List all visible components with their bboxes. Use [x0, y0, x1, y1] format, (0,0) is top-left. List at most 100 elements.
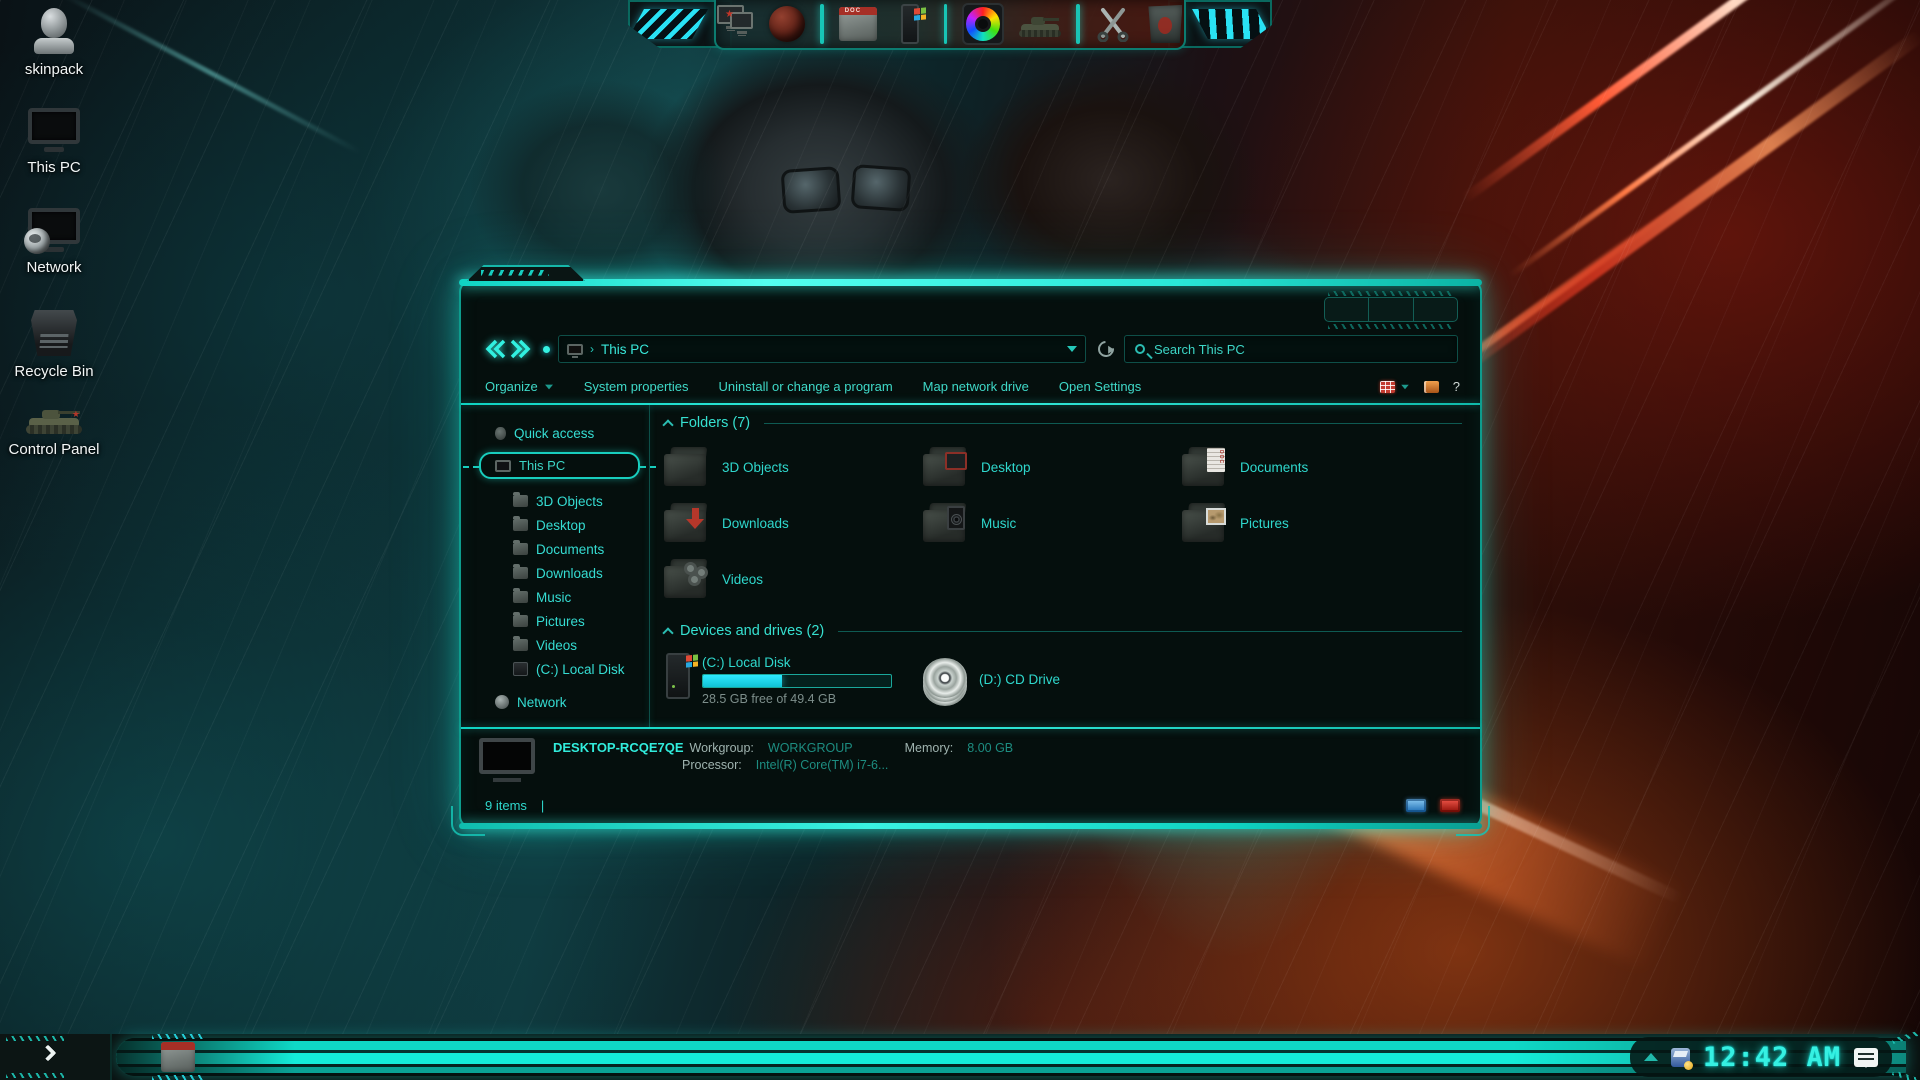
sidebar-item-downloads[interactable]: Downloads	[461, 561, 650, 585]
pc-tower-icon[interactable]	[892, 3, 929, 45]
tile-downloads[interactable]: Downloads	[664, 495, 923, 551]
tile-pictures[interactable]: Pictures	[1182, 495, 1441, 551]
capacity-fill	[703, 675, 782, 687]
computer-icon	[495, 459, 511, 472]
tile-3d-objects[interactable]: 3D Objects	[664, 439, 923, 495]
sidebar-item-this-pc[interactable]: This PC	[463, 452, 656, 479]
folder-icon	[513, 516, 528, 531]
open-settings-button[interactable]: Open Settings	[1059, 379, 1141, 394]
memory-value: 8.00 GB	[967, 741, 1014, 755]
desktop-icon-skinpack[interactable]: skinpack	[6, 8, 102, 78]
recycle-bin-dock-icon[interactable]	[1147, 3, 1184, 45]
tank-icon[interactable]	[1019, 3, 1062, 45]
breadcrumb-arrow: ›	[590, 342, 594, 356]
maximize-button[interactable]	[1369, 298, 1414, 321]
scissors-icon[interactable]	[1095, 3, 1132, 45]
computer-details-icon	[479, 738, 535, 782]
taskbar-file-explorer-button[interactable]	[150, 1036, 206, 1078]
window-bottom-neon-edge	[459, 823, 1482, 829]
search-input[interactable]	[1154, 341, 1447, 357]
notification-center-icon[interactable]	[1854, 1047, 1878, 1068]
bin-shape	[1148, 5, 1183, 43]
globe-browser-icon[interactable]	[768, 3, 805, 45]
sidebar-item-pictures[interactable]: Pictures	[461, 609, 650, 633]
quick-access-icon	[495, 426, 506, 440]
camo-displays-icon[interactable]: ★	[716, 3, 754, 45]
folder-icon	[664, 558, 710, 600]
virtualbox-tray-icon[interactable]	[1670, 1047, 1693, 1070]
processor-value: Intel(R) Core(TM) i7-6...	[755, 758, 889, 772]
sidebar-item-videos[interactable]: Videos	[461, 633, 650, 657]
change-view-button[interactable]	[1379, 380, 1410, 393]
organize-button[interactable]: Organize	[485, 379, 554, 394]
address-dropdown-chevron-icon[interactable]	[1067, 346, 1077, 352]
sidebar-item-music[interactable]: Music	[461, 585, 650, 609]
desktop-icon-recycle-bin[interactable]: Recycle Bin	[6, 310, 102, 380]
sidebar-item-c-drive[interactable]: (C:) Local Disk	[461, 657, 650, 681]
tile-d-drive[interactable]: (D:) CD Drive	[923, 653, 1060, 706]
sidebar-label: Network	[517, 694, 567, 710]
status-bar: 9 items |	[461, 792, 1480, 818]
tile-label: Videos	[722, 571, 764, 587]
icons-view-button[interactable]	[1440, 798, 1460, 812]
collapse-chevron-icon[interactable]	[662, 419, 674, 431]
folder-icon	[1182, 502, 1228, 544]
desktop: ★ DOC skinpack This PC Network Recycle B…	[0, 0, 1920, 1080]
computer-name: DESKTOP-RCQE7QE	[553, 740, 684, 755]
uninstall-program-button[interactable]: Uninstall or change a program	[719, 379, 893, 394]
command-toolbar: Organize System properties Uninstall or …	[461, 370, 1480, 403]
cd-drive-icon	[923, 657, 967, 706]
desktop-icon-label: This PC	[27, 159, 81, 176]
details-separator	[461, 727, 1480, 729]
window-caption-buttons	[1324, 297, 1458, 322]
map-network-drive-button[interactable]: Map network drive	[923, 379, 1029, 394]
tower-shape	[901, 4, 927, 44]
search-box[interactable]	[1124, 335, 1458, 363]
processor-label: Processor:	[682, 758, 742, 772]
close-button[interactable]	[1414, 298, 1457, 321]
tile-label: Documents	[1240, 459, 1309, 475]
sidebar-item-quick-access[interactable]: Quick access	[461, 421, 650, 445]
desktop-icon-control-panel[interactable]: ★ Control Panel	[6, 404, 102, 458]
tile-desktop[interactable]: Desktop	[923, 439, 1182, 495]
desktop-icon-this-pc[interactable]: This PC	[6, 108, 102, 176]
refresh-button[interactable]	[1094, 337, 1118, 361]
tile-documents[interactable]: DOC Documents	[1182, 439, 1441, 495]
folder-icon	[513, 540, 528, 555]
sidebar-item-3d-objects[interactable]: 3D Objects	[461, 489, 650, 513]
windows-flag-icon	[686, 654, 698, 668]
collapse-chevron-icon[interactable]	[662, 627, 674, 639]
show-hidden-icons-button[interactable]	[1643, 1053, 1658, 1061]
folder-icon	[513, 492, 528, 507]
details-view-button[interactable]	[1406, 798, 1426, 812]
sidebar-item-documents[interactable]: Documents	[461, 537, 650, 561]
help-button[interactable]: ?	[1453, 379, 1460, 394]
tile-label: 3D Objects	[722, 459, 789, 475]
taskbar-clock[interactable]: 12:42 AM	[1703, 1042, 1841, 1073]
tile-label: Music	[981, 515, 1017, 531]
address-row: › This PC	[461, 328, 1480, 370]
system-tray: 12:42 AM	[1629, 1037, 1892, 1077]
documents-badge: DOC	[1207, 448, 1225, 472]
breadcrumb[interactable]: This PC	[601, 342, 649, 357]
tile-c-drive[interactable]: (C:) Local Disk 28.5 GB free of 49.4 GB	[664, 653, 923, 706]
window-top-neon-edge	[459, 279, 1482, 286]
free-space-text: 28.5 GB free of 49.4 GB	[702, 692, 837, 706]
documents-folder-icon[interactable]: DOC	[838, 3, 877, 45]
workgroup-label: Workgroup:	[689, 741, 754, 755]
folder-icon: DOC	[1182, 446, 1228, 488]
color-wheel-icon[interactable]	[962, 3, 1005, 45]
address-bar[interactable]: › This PC	[558, 335, 1086, 363]
tile-videos[interactable]: Videos	[664, 551, 923, 607]
preview-pane-button[interactable]	[1423, 380, 1439, 393]
system-properties-button[interactable]: System properties	[584, 379, 689, 394]
sidebar-item-desktop[interactable]: Desktop	[461, 513, 650, 537]
start-button[interactable]	[39, 1044, 57, 1062]
back-forward-buttons[interactable]	[483, 338, 533, 360]
views-chevron-icon	[1401, 384, 1409, 389]
drive-tiles: (C:) Local Disk 28.5 GB free of 49.4 GB …	[664, 653, 1462, 706]
sidebar-item-network[interactable]: Network	[461, 690, 650, 714]
minimize-button[interactable]	[1325, 298, 1370, 321]
tile-music[interactable]: Music	[923, 495, 1182, 551]
desktop-icon-network[interactable]: Network	[6, 208, 102, 276]
